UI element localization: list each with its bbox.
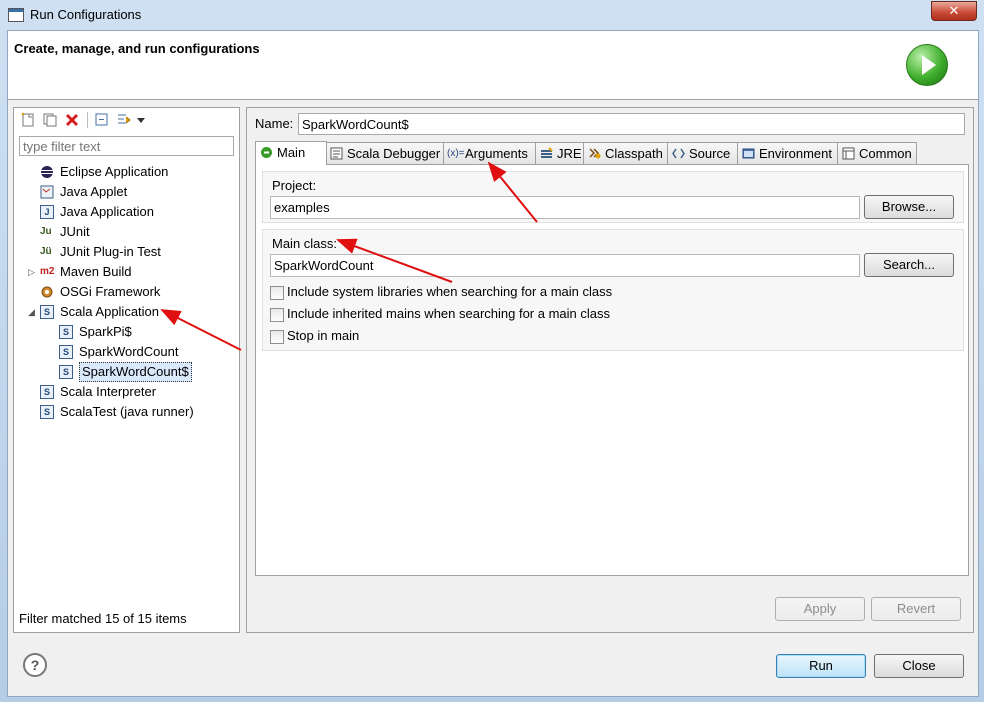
tab-main-label: Main bbox=[277, 145, 306, 160]
classpath-icon bbox=[589, 148, 601, 159]
tree-item-label: Scala Interpreter bbox=[60, 384, 157, 399]
jre-icon bbox=[541, 147, 553, 158]
config-editor-panel: Name: Main Scala Debugger (x)= Arguments bbox=[246, 107, 974, 633]
project-label: Project: bbox=[272, 178, 317, 193]
common-icon bbox=[842, 147, 855, 160]
tab-environment-label: Environment bbox=[759, 146, 832, 161]
toolbar-separator bbox=[87, 112, 88, 128]
revert-button[interactable]: Revert bbox=[871, 597, 961, 621]
run-banner-icon bbox=[906, 44, 948, 86]
project-group: Project: Browse... bbox=[262, 171, 964, 223]
junit-plugin-icon: Jü bbox=[40, 246, 52, 257]
main-class-label: Main class: bbox=[272, 236, 338, 251]
tab-common[interactable]: Common bbox=[837, 142, 917, 164]
close-button[interactable]: Close bbox=[874, 654, 964, 678]
main-class-group: Main class: Search... Include system lib… bbox=[262, 229, 964, 351]
title-bar[interactable]: Run Configurations ✕ bbox=[0, 0, 984, 30]
dropdown-arrow-icon[interactable] bbox=[136, 112, 146, 128]
tab-jre-label: JRE bbox=[557, 146, 582, 161]
stop-in-main-checkbox[interactable] bbox=[270, 330, 284, 344]
tree-item-label: SparkWordCount$ bbox=[79, 362, 192, 382]
tree-item-label: ScalaTest (java runner) bbox=[60, 404, 194, 419]
debugger-icon bbox=[330, 147, 343, 160]
duplicate-icon[interactable] bbox=[42, 112, 58, 128]
main-tab-content: Project: Browse... Main class: Search...… bbox=[255, 164, 969, 576]
scala-app-icon: S bbox=[40, 305, 54, 319]
tab-arguments[interactable]: (x)= Arguments bbox=[443, 142, 537, 164]
tree-item-label: Scala Application bbox=[60, 304, 160, 319]
filter-icon[interactable] bbox=[116, 112, 132, 128]
config-list-panel: Eclipse Application Java Applet J Java A… bbox=[13, 107, 240, 633]
tab-arguments-label: Arguments bbox=[465, 146, 528, 161]
name-input[interactable] bbox=[298, 113, 965, 135]
collapse-arrow-icon[interactable]: ◢ bbox=[28, 303, 35, 321]
tree-item-label: Java Application bbox=[60, 204, 154, 219]
dialog-header: Create, manage, and run configurations bbox=[8, 31, 978, 100]
scala-config-icon: S bbox=[59, 325, 73, 339]
tab-main[interactable]: Main bbox=[255, 141, 327, 165]
scala-app-icon: S bbox=[40, 385, 54, 399]
include-system-libraries-checkbox[interactable] bbox=[270, 286, 284, 300]
tree-item-label: Eclipse Application bbox=[60, 164, 169, 179]
maven-icon: m2 bbox=[40, 266, 55, 277]
tab-source-label: Source bbox=[689, 146, 731, 161]
window-close-button[interactable]: ✕ bbox=[931, 1, 977, 21]
main-class-input[interactable] bbox=[270, 254, 860, 277]
scala-app-icon: S bbox=[40, 405, 54, 419]
tab-scala-debugger[interactable]: Scala Debugger bbox=[325, 142, 445, 164]
window-icon bbox=[8, 8, 24, 22]
stop-in-main-label: Stop in main bbox=[287, 328, 360, 343]
new-launch-config-icon[interactable] bbox=[20, 112, 36, 128]
window-frame: Run Configurations ✕ Create, manage, and… bbox=[0, 0, 984, 702]
include-inherited-mains-checkbox[interactable] bbox=[270, 308, 284, 322]
eclipse-icon bbox=[41, 166, 53, 178]
filter-status-text: Filter matched 15 of 15 items bbox=[19, 611, 187, 626]
window-title: Run Configurations bbox=[30, 7, 142, 22]
tree-item-label: JUnit Plug-in Test bbox=[60, 244, 161, 259]
tree-item-label: Java Applet bbox=[60, 184, 128, 199]
tab-jre[interactable]: JRE bbox=[535, 142, 585, 164]
environment-icon bbox=[742, 148, 755, 159]
tab-classpath[interactable]: Classpath bbox=[583, 142, 669, 164]
scala-config-icon: S bbox=[59, 345, 73, 359]
collapse-all-icon[interactable] bbox=[94, 112, 110, 128]
tab-source[interactable]: Source bbox=[667, 142, 739, 164]
project-input[interactable] bbox=[270, 196, 860, 219]
java-application-icon: J bbox=[40, 205, 54, 219]
main-tab-icon bbox=[261, 147, 272, 158]
help-icon[interactable]: ? bbox=[23, 653, 47, 677]
include-inherited-mains-label: Include inherited mains when searching f… bbox=[287, 306, 611, 321]
name-label: Name: bbox=[255, 116, 294, 131]
junit-icon: Ju bbox=[40, 226, 52, 237]
osgi-icon bbox=[41, 286, 53, 298]
apply-button[interactable]: Apply bbox=[775, 597, 865, 621]
scala-config-icon: S bbox=[59, 365, 73, 379]
java-applet-icon bbox=[40, 185, 54, 199]
include-system-libraries-label: Include system libraries when searching … bbox=[287, 284, 613, 299]
search-button[interactable]: Search... bbox=[864, 253, 954, 277]
expand-arrow-icon[interactable]: ▷ bbox=[28, 263, 35, 281]
run-button[interactable]: Run bbox=[776, 654, 866, 678]
tab-classpath-label: Classpath bbox=[605, 146, 663, 161]
dialog-header-title: Create, manage, and run configurations bbox=[14, 41, 260, 56]
source-icon bbox=[672, 148, 685, 159]
tab-scala-debugger-label: Scala Debugger bbox=[347, 146, 441, 161]
arguments-icon: (x)= bbox=[447, 148, 465, 159]
tree-item-label: OSGi Framework bbox=[60, 284, 161, 299]
delete-icon[interactable] bbox=[64, 112, 80, 128]
config-tabs: Main Scala Debugger (x)= Arguments JRE C… bbox=[255, 141, 967, 165]
browse-button[interactable]: Browse... bbox=[864, 195, 954, 219]
tree-item-label: JUnit bbox=[60, 224, 90, 239]
tab-common-label: Common bbox=[859, 146, 912, 161]
tab-environment[interactable]: Environment bbox=[737, 142, 839, 164]
tree-item-label: SparkWordCount bbox=[79, 344, 179, 359]
dialog-client: Create, manage, and run configurations E… bbox=[7, 30, 979, 697]
tree-item-label: Maven Build bbox=[60, 264, 132, 279]
filter-input[interactable] bbox=[19, 136, 234, 156]
tree-item-label: SparkPi$ bbox=[79, 324, 132, 339]
